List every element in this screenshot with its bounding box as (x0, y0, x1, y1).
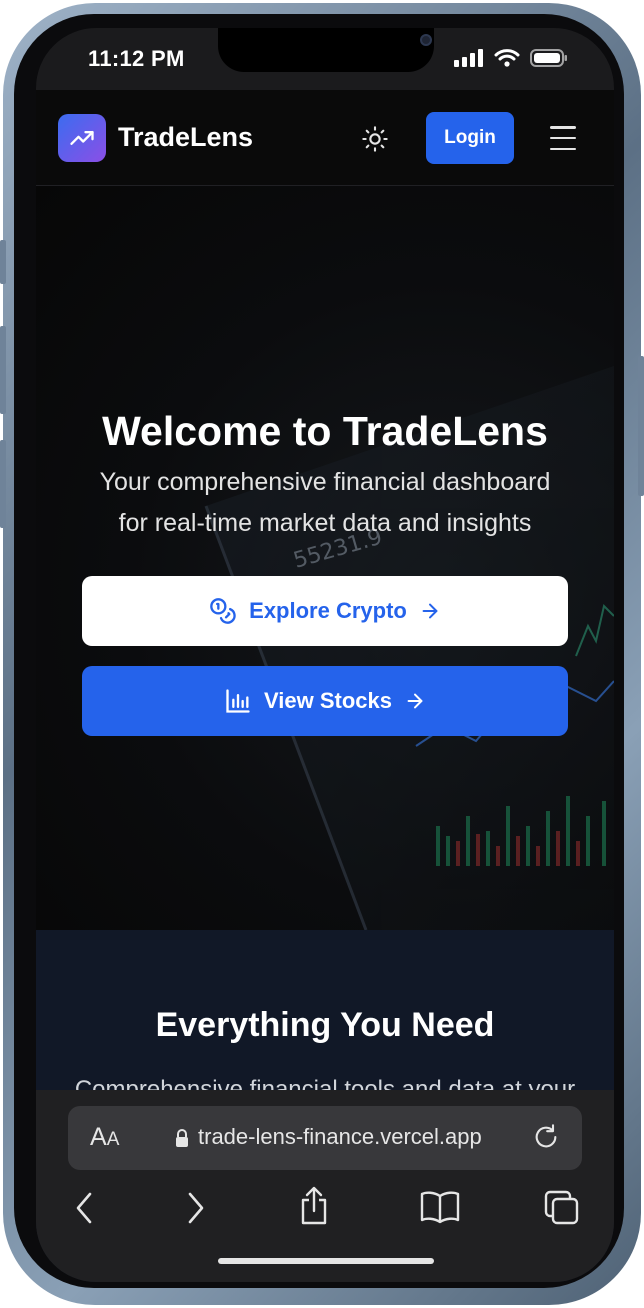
status-icons (454, 48, 568, 68)
view-stocks-button[interactable]: View Stocks (82, 666, 568, 736)
brand-name[interactable]: TradeLens (118, 122, 253, 153)
lock-icon (176, 1129, 188, 1147)
app-header: TradeLens Login (36, 90, 614, 186)
volume-down-button (0, 440, 6, 528)
front-camera (420, 34, 432, 46)
arrow-right-icon (422, 603, 438, 619)
battery-icon (530, 49, 567, 67)
explore-crypto-label: Explore Crypto (249, 598, 407, 623)
hero-background-image: 55231.9 (204, 366, 614, 930)
hero-subtitle: Your comprehensive financial dashboard f… (76, 462, 574, 544)
sun-icon (362, 126, 388, 152)
status-bar: 11:12 PM (36, 28, 614, 90)
screen: 11:12 PM TradeLens Login 55231.9 Welcome… (36, 28, 614, 1282)
login-button[interactable]: Login (426, 112, 514, 164)
tabs-icon[interactable] (544, 1190, 580, 1226)
notch (218, 28, 434, 72)
home-indicator[interactable] (218, 1258, 434, 1264)
features-title: Everything You Need (155, 1006, 495, 1044)
hero-section: 55231.9 Welcome to TradeLens Your compre… (36, 186, 614, 930)
cellular-signal-icon (454, 49, 483, 67)
arrow-right-icon (407, 693, 423, 709)
url-text[interactable]: trade-lens-finance.vercel.app (198, 1124, 482, 1150)
menu-icon[interactable] (550, 126, 576, 150)
trending-up-icon (70, 131, 94, 145)
bar-chart-icon (226, 689, 250, 713)
volume-up-button (0, 326, 6, 414)
theme-toggle-button[interactable] (360, 124, 390, 154)
mute-switch (0, 240, 6, 284)
hero-title: Welcome to TradeLens (102, 408, 548, 454)
coins-icon (210, 598, 236, 624)
browser-toolbar: AA trade-lens-finance.vercel.app (36, 1090, 614, 1282)
power-button (638, 356, 644, 496)
status-time: 11:12 PM (88, 46, 185, 71)
address-bar[interactable]: AA trade-lens-finance.vercel.app (68, 1106, 582, 1170)
text-size-button[interactable]: AA (90, 1123, 119, 1152)
back-icon[interactable] (72, 1190, 96, 1226)
bookmarks-icon[interactable] (420, 1190, 460, 1224)
hero-subtitle-line-2: for real-time market data and insights (118, 509, 532, 537)
reload-icon[interactable] (532, 1122, 560, 1152)
share-icon[interactable] (298, 1186, 330, 1226)
wifi-icon (494, 49, 520, 67)
view-stocks-label: View Stocks (264, 688, 392, 713)
forward-icon[interactable] (184, 1190, 208, 1226)
logo[interactable] (58, 114, 106, 162)
explore-crypto-button[interactable]: Explore Crypto (82, 576, 568, 646)
hero-subtitle-line-1: Your comprehensive financial dashboard (99, 468, 551, 496)
